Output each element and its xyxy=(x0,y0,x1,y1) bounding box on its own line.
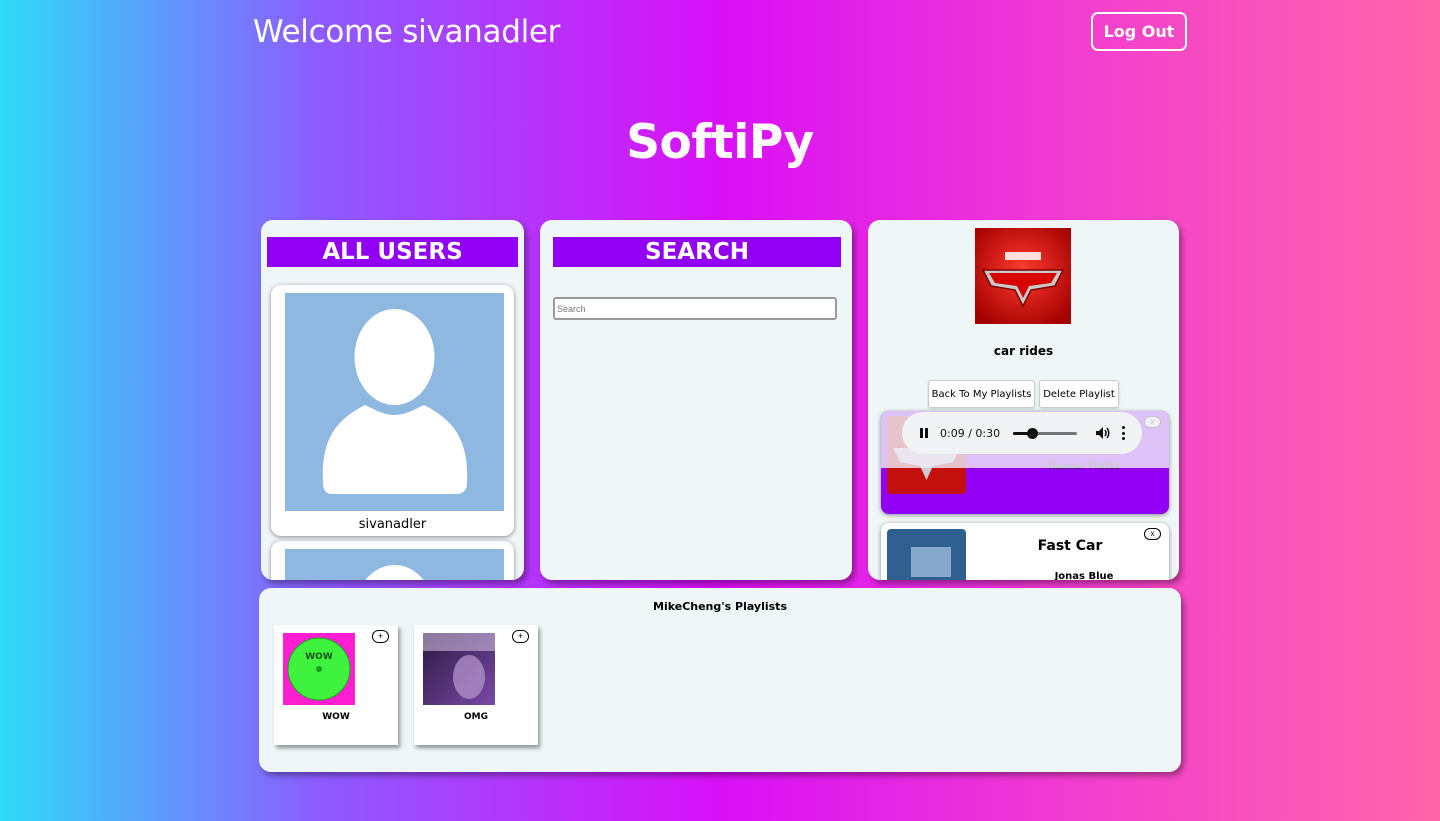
playlist-card[interactable]: OMG + xyxy=(414,625,538,745)
song-cover-image xyxy=(887,529,966,580)
search-heading: SEARCH xyxy=(553,237,841,267)
playlist-panel: car rides Back To My Playlists Delete Pl… xyxy=(868,220,1179,580)
add-playlist-button[interactable]: + xyxy=(512,630,529,643)
user-playlists-panel: MikeCheng's Playlists WOW WOW + OMG + xyxy=(259,588,1181,772)
user-avatar xyxy=(285,549,504,580)
search-input[interactable] xyxy=(553,297,837,320)
song-title: Fast Car xyxy=(1037,538,1103,554)
all-users-heading: ALL USERS xyxy=(267,237,518,267)
all-users-panel: ALL USERS sivanadler xyxy=(261,220,524,580)
user-name: sivanadler xyxy=(358,517,427,532)
more-options-icon[interactable] xyxy=(1121,426,1125,440)
user-avatar xyxy=(285,293,504,511)
pause-icon[interactable] xyxy=(918,427,930,439)
progress-knob[interactable] xyxy=(1027,427,1039,439)
user-card[interactable] xyxy=(271,541,514,580)
playback-time: 0:09 / 0:30 xyxy=(940,426,1001,440)
default-user-icon xyxy=(285,293,504,511)
add-playlist-button[interactable]: + xyxy=(372,630,389,643)
delete-playlist-button[interactable]: Delete Playlist xyxy=(1039,380,1119,408)
audio-player[interactable]: 0:09 / 0:30 xyxy=(902,412,1142,454)
volume-icon[interactable] xyxy=(1095,426,1111,440)
playlist-title: car rides xyxy=(993,344,1054,358)
search-panel: SEARCH xyxy=(540,220,852,580)
playlist-card[interactable]: WOW WOW + xyxy=(274,625,398,745)
playlist-cover-image xyxy=(423,633,495,705)
app-logo-title: SoftiPy xyxy=(626,115,814,170)
default-user-icon xyxy=(285,549,504,580)
user-card[interactable]: sivanadler xyxy=(271,285,514,536)
remove-song-button[interactable]: x xyxy=(1144,528,1161,540)
song-card[interactable]: Fast Car Jonas Blue x xyxy=(881,523,1169,580)
progress-slider[interactable] xyxy=(1013,427,1078,439)
song-artist: Jonas Blue xyxy=(1054,571,1114,580)
svg-text:WOW: WOW xyxy=(305,652,333,662)
playlist-cover-image: WOW xyxy=(283,633,355,705)
welcome-message: Welcome sivanadler xyxy=(253,14,561,50)
back-to-my-playlists-button[interactable]: Back To My Playlists xyxy=(928,380,1035,408)
playlist-name: OMG xyxy=(464,712,488,722)
log-out-button[interactable]: Log Out xyxy=(1091,12,1187,51)
playlist-cover-image xyxy=(975,228,1071,324)
playlist-name: WOW xyxy=(322,712,350,722)
user-playlists-title: MikeCheng's Playlists xyxy=(653,600,787,613)
